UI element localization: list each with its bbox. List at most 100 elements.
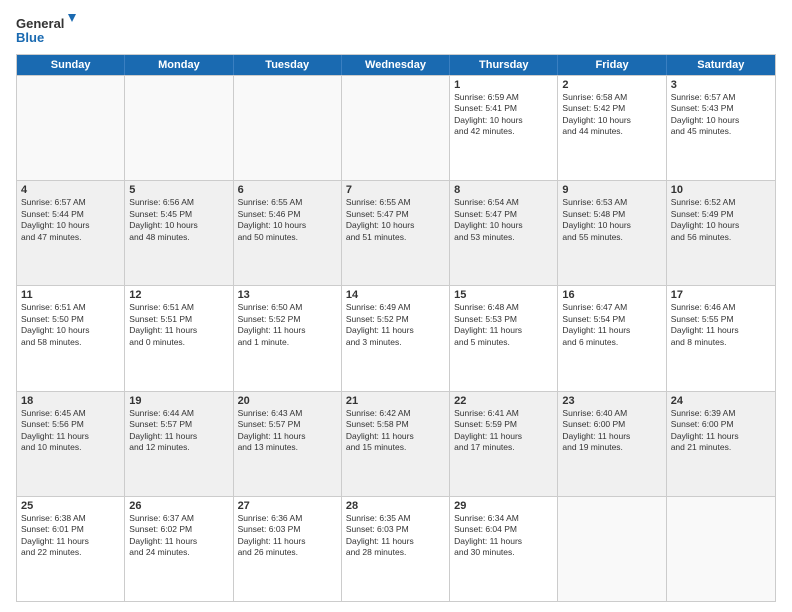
- calendar-cell: 7Sunrise: 6:55 AM Sunset: 5:47 PM Daylig…: [342, 181, 450, 285]
- weekday-header: Friday: [558, 55, 666, 75]
- day-number: 26: [129, 500, 228, 512]
- calendar-cell: 29Sunrise: 6:34 AM Sunset: 6:04 PM Dayli…: [450, 497, 558, 601]
- day-number: 13: [238, 289, 337, 301]
- day-info: Sunrise: 6:51 AM Sunset: 5:50 PM Dayligh…: [21, 302, 120, 348]
- day-number: 24: [671, 395, 771, 407]
- day-number: 14: [346, 289, 445, 301]
- calendar-cell: 25Sunrise: 6:38 AM Sunset: 6:01 PM Dayli…: [17, 497, 125, 601]
- day-number: 16: [562, 289, 661, 301]
- day-number: 5: [129, 184, 228, 196]
- calendar-cell: [558, 497, 666, 601]
- day-info: Sunrise: 6:57 AM Sunset: 5:43 PM Dayligh…: [671, 92, 771, 138]
- day-number: 21: [346, 395, 445, 407]
- calendar-cell: 12Sunrise: 6:51 AM Sunset: 5:51 PM Dayli…: [125, 286, 233, 390]
- day-info: Sunrise: 6:54 AM Sunset: 5:47 PM Dayligh…: [454, 197, 553, 243]
- calendar-cell: 10Sunrise: 6:52 AM Sunset: 5:49 PM Dayli…: [667, 181, 775, 285]
- day-info: Sunrise: 6:42 AM Sunset: 5:58 PM Dayligh…: [346, 408, 445, 454]
- calendar-cell: [234, 76, 342, 180]
- weekday-header: Wednesday: [342, 55, 450, 75]
- day-number: 22: [454, 395, 553, 407]
- calendar-cell: [17, 76, 125, 180]
- day-info: Sunrise: 6:43 AM Sunset: 5:57 PM Dayligh…: [238, 408, 337, 454]
- day-number: 25: [21, 500, 120, 512]
- weekday-header: Thursday: [450, 55, 558, 75]
- svg-text:Blue: Blue: [16, 30, 44, 45]
- day-info: Sunrise: 6:40 AM Sunset: 6:00 PM Dayligh…: [562, 408, 661, 454]
- day-number: 8: [454, 184, 553, 196]
- calendar-row: 4Sunrise: 6:57 AM Sunset: 5:44 PM Daylig…: [17, 180, 775, 285]
- day-number: 12: [129, 289, 228, 301]
- header: General Blue: [16, 12, 776, 48]
- calendar-cell: 6Sunrise: 6:55 AM Sunset: 5:46 PM Daylig…: [234, 181, 342, 285]
- day-info: Sunrise: 6:53 AM Sunset: 5:48 PM Dayligh…: [562, 197, 661, 243]
- svg-text:General: General: [16, 16, 64, 31]
- logo-svg: General Blue: [16, 12, 76, 48]
- calendar-cell: 9Sunrise: 6:53 AM Sunset: 5:48 PM Daylig…: [558, 181, 666, 285]
- calendar-cell: 21Sunrise: 6:42 AM Sunset: 5:58 PM Dayli…: [342, 392, 450, 496]
- weekday-header: Saturday: [667, 55, 775, 75]
- day-info: Sunrise: 6:58 AM Sunset: 5:42 PM Dayligh…: [562, 92, 661, 138]
- day-number: 11: [21, 289, 120, 301]
- calendar-cell: 4Sunrise: 6:57 AM Sunset: 5:44 PM Daylig…: [17, 181, 125, 285]
- day-number: 7: [346, 184, 445, 196]
- day-info: Sunrise: 6:34 AM Sunset: 6:04 PM Dayligh…: [454, 513, 553, 559]
- day-number: 10: [671, 184, 771, 196]
- day-number: 9: [562, 184, 661, 196]
- day-number: 17: [671, 289, 771, 301]
- weekday-header: Tuesday: [234, 55, 342, 75]
- calendar-cell: 8Sunrise: 6:54 AM Sunset: 5:47 PM Daylig…: [450, 181, 558, 285]
- calendar-cell: 17Sunrise: 6:46 AM Sunset: 5:55 PM Dayli…: [667, 286, 775, 390]
- day-number: 19: [129, 395, 228, 407]
- calendar-cell: 22Sunrise: 6:41 AM Sunset: 5:59 PM Dayli…: [450, 392, 558, 496]
- calendar-header: SundayMondayTuesdayWednesdayThursdayFrid…: [17, 55, 775, 75]
- day-info: Sunrise: 6:50 AM Sunset: 5:52 PM Dayligh…: [238, 302, 337, 348]
- day-number: 27: [238, 500, 337, 512]
- calendar-cell: [342, 76, 450, 180]
- calendar-body: 1Sunrise: 6:59 AM Sunset: 5:41 PM Daylig…: [17, 75, 775, 601]
- day-info: Sunrise: 6:52 AM Sunset: 5:49 PM Dayligh…: [671, 197, 771, 243]
- day-info: Sunrise: 6:37 AM Sunset: 6:02 PM Dayligh…: [129, 513, 228, 559]
- day-info: Sunrise: 6:55 AM Sunset: 5:47 PM Dayligh…: [346, 197, 445, 243]
- day-number: 4: [21, 184, 120, 196]
- day-info: Sunrise: 6:59 AM Sunset: 5:41 PM Dayligh…: [454, 92, 553, 138]
- day-info: Sunrise: 6:44 AM Sunset: 5:57 PM Dayligh…: [129, 408, 228, 454]
- calendar-row: 1Sunrise: 6:59 AM Sunset: 5:41 PM Daylig…: [17, 75, 775, 180]
- calendar-cell: 24Sunrise: 6:39 AM Sunset: 6:00 PM Dayli…: [667, 392, 775, 496]
- calendar-cell: 13Sunrise: 6:50 AM Sunset: 5:52 PM Dayli…: [234, 286, 342, 390]
- calendar-cell: 2Sunrise: 6:58 AM Sunset: 5:42 PM Daylig…: [558, 76, 666, 180]
- calendar-cell: 5Sunrise: 6:56 AM Sunset: 5:45 PM Daylig…: [125, 181, 233, 285]
- day-number: 23: [562, 395, 661, 407]
- calendar-row: 25Sunrise: 6:38 AM Sunset: 6:01 PM Dayli…: [17, 496, 775, 601]
- day-info: Sunrise: 6:35 AM Sunset: 6:03 PM Dayligh…: [346, 513, 445, 559]
- day-info: Sunrise: 6:56 AM Sunset: 5:45 PM Dayligh…: [129, 197, 228, 243]
- day-number: 28: [346, 500, 445, 512]
- calendar-cell: 28Sunrise: 6:35 AM Sunset: 6:03 PM Dayli…: [342, 497, 450, 601]
- calendar-cell: 20Sunrise: 6:43 AM Sunset: 5:57 PM Dayli…: [234, 392, 342, 496]
- day-number: 1: [454, 79, 553, 91]
- calendar-cell: 18Sunrise: 6:45 AM Sunset: 5:56 PM Dayli…: [17, 392, 125, 496]
- day-number: 18: [21, 395, 120, 407]
- calendar-cell: 3Sunrise: 6:57 AM Sunset: 5:43 PM Daylig…: [667, 76, 775, 180]
- calendar-row: 18Sunrise: 6:45 AM Sunset: 5:56 PM Dayli…: [17, 391, 775, 496]
- day-info: Sunrise: 6:57 AM Sunset: 5:44 PM Dayligh…: [21, 197, 120, 243]
- weekday-header: Monday: [125, 55, 233, 75]
- day-number: 2: [562, 79, 661, 91]
- day-number: 6: [238, 184, 337, 196]
- day-info: Sunrise: 6:38 AM Sunset: 6:01 PM Dayligh…: [21, 513, 120, 559]
- calendar-cell: 15Sunrise: 6:48 AM Sunset: 5:53 PM Dayli…: [450, 286, 558, 390]
- calendar: SundayMondayTuesdayWednesdayThursdayFrid…: [16, 54, 776, 602]
- logo: General Blue: [16, 12, 76, 48]
- day-number: 15: [454, 289, 553, 301]
- day-info: Sunrise: 6:46 AM Sunset: 5:55 PM Dayligh…: [671, 302, 771, 348]
- calendar-cell: [667, 497, 775, 601]
- calendar-cell: 26Sunrise: 6:37 AM Sunset: 6:02 PM Dayli…: [125, 497, 233, 601]
- day-info: Sunrise: 6:49 AM Sunset: 5:52 PM Dayligh…: [346, 302, 445, 348]
- calendar-cell: [125, 76, 233, 180]
- day-info: Sunrise: 6:45 AM Sunset: 5:56 PM Dayligh…: [21, 408, 120, 454]
- calendar-cell: 19Sunrise: 6:44 AM Sunset: 5:57 PM Dayli…: [125, 392, 233, 496]
- day-number: 29: [454, 500, 553, 512]
- day-info: Sunrise: 6:36 AM Sunset: 6:03 PM Dayligh…: [238, 513, 337, 559]
- calendar-cell: 1Sunrise: 6:59 AM Sunset: 5:41 PM Daylig…: [450, 76, 558, 180]
- calendar-cell: 16Sunrise: 6:47 AM Sunset: 5:54 PM Dayli…: [558, 286, 666, 390]
- day-info: Sunrise: 6:41 AM Sunset: 5:59 PM Dayligh…: [454, 408, 553, 454]
